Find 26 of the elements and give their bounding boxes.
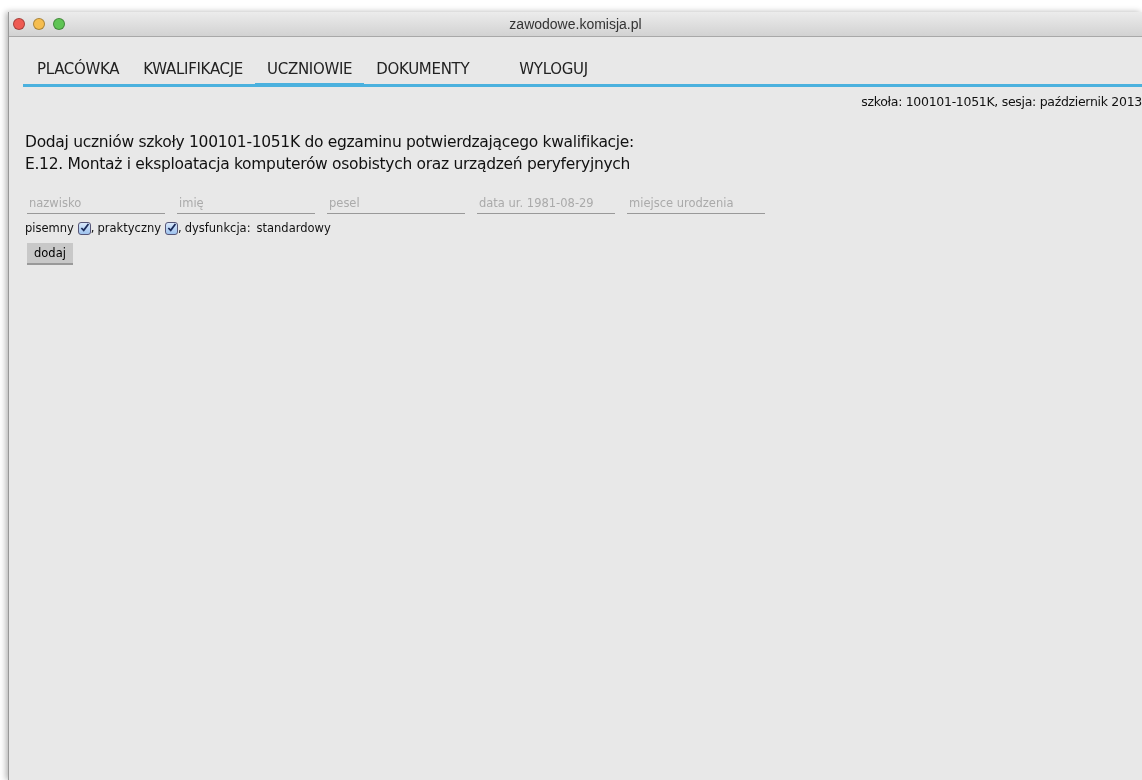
- checkbox[interactable]: [77, 221, 91, 235]
- option-label: praktyczny: [97, 221, 162, 235]
- input-field[interactable]: data ur. 1981-08-29: [477, 194, 615, 214]
- heading-text: Dodaj uczniów szkoły 100101-1051K do egzaminu potwierdzającego kwalifikacje:: [25, 132, 635, 153]
- zoom-icon[interactable]: [53, 18, 65, 30]
- nav-tab[interactable]: WYLOGUJ: [507, 57, 600, 87]
- dysfunction-select[interactable]: standardowy: [256, 221, 331, 235]
- nav-tab[interactable]: PLACÓWKA: [25, 57, 132, 87]
- input-field[interactable]: miejsce urodzenia: [627, 194, 765, 214]
- nav-tab[interactable]: KWALIFIKACJE: [131, 57, 256, 87]
- input-field[interactable]: imię: [177, 194, 315, 214]
- add-button[interactable]: dodaj: [27, 243, 73, 265]
- dysfunction-label: dysfunkcja:: [184, 221, 251, 235]
- nav-tab[interactable]: DOKUMENTY: [364, 57, 482, 87]
- session-info: szkoła: 100101-1051K, sesja: październik 2013: [861, 94, 1142, 109]
- window-title: zawodowe.komisja.pl: [509, 16, 642, 32]
- option-label: pisemny: [25, 221, 74, 235]
- heading-text: E.12. Montaż i eksploatacja komputerów osobistych oraz urządzeń peryferyjnych: [25, 154, 632, 175]
- separator-text: ,: [90, 221, 95, 235]
- nav-tab[interactable]: UCZNIOWIE: [255, 57, 365, 87]
- separator-text: ,: [178, 221, 182, 235]
- checkbox[interactable]: [165, 221, 179, 235]
- input-field[interactable]: nazwisko: [27, 194, 165, 214]
- minimize-icon[interactable]: [33, 18, 45, 30]
- input-field[interactable]: pesel: [327, 194, 465, 214]
- close-icon[interactable]: [13, 18, 25, 30]
